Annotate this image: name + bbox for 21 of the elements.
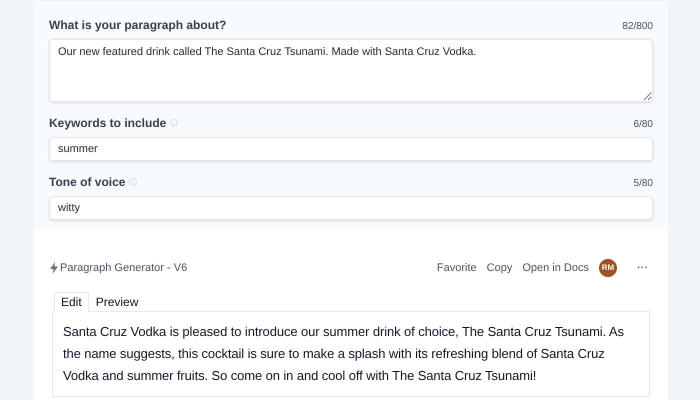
output-text[interactable]: Santa Cruz Vodka is pleased to introduce our summer drink of choice, The Santa Cruz Tsunami. As the name suggests, this cocktail is sure to make a splash with its refreshing blend of Santa Cruz Vodka and summer fruits. So come on in and cool off with The Santa Cruz Tsunami! [52,311,650,397]
text-area[interactable]: Our new featured drink called The Santa Cruz Tsunami. Made with Santa Cruz Vodka. [49,39,653,102]
action-link[interactable]: Favorite [436,260,477,276]
character-count: 82/800 [622,20,653,34]
user-avatar[interactable]: RM [599,259,617,277]
info-icon [170,119,178,127]
action-link[interactable]: Open in Docs [522,260,589,276]
input-field[interactable]: summer [49,137,653,161]
input-field[interactable]: witty [49,196,653,220]
generator-title: Paragraph Generator - V6 [60,260,188,276]
field-label: What is your paragraph about? [49,17,226,34]
action-link[interactable]: Copy [486,260,512,276]
character-count: 5/80 [634,177,653,191]
field-label: Tone of voice [49,174,126,191]
tab[interactable]: Edit [54,292,89,312]
more-button[interactable]: ··· [637,260,648,276]
info-icon [129,178,138,186]
field-label: Keywords to include [49,115,166,132]
lightning-icon [50,262,58,274]
tab[interactable]: Preview [88,292,146,312]
character-count: 6/80 [634,118,653,132]
